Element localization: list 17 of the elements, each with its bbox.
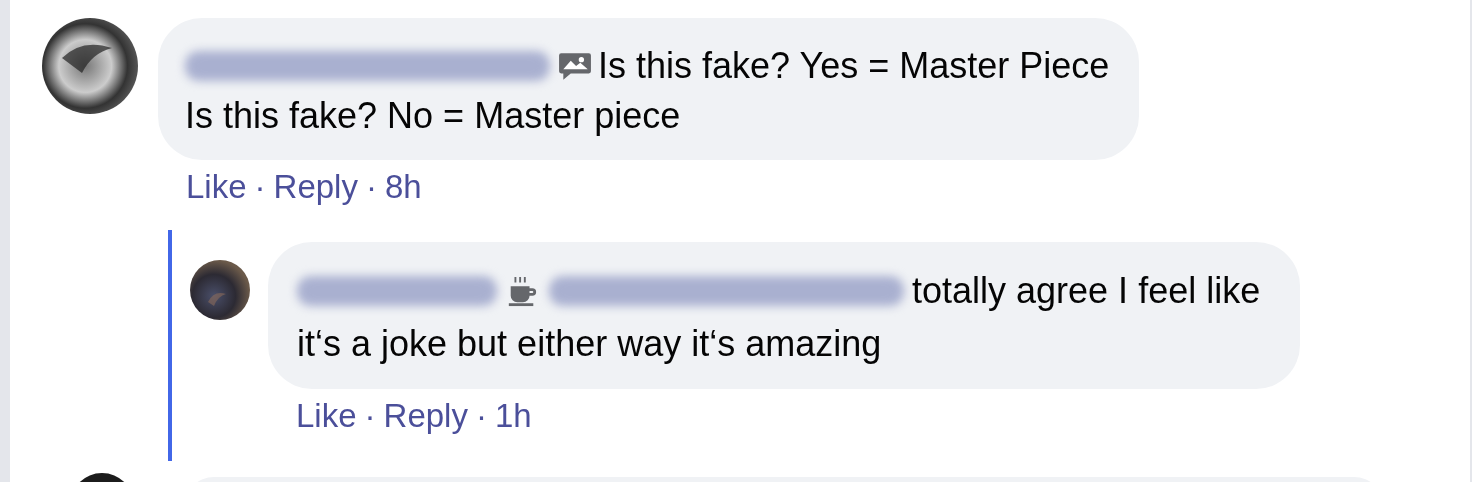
comment-text: Is this fake? Yes = Master Piece: [598, 44, 1110, 88]
comment-action-link[interactable]: Like: [186, 168, 247, 205]
comment-text: totally agree I feel like: [912, 269, 1261, 313]
comment-action-link[interactable]: Like: [296, 397, 357, 434]
separator-dot: ·: [364, 397, 376, 434]
separator-dot: ·: [475, 397, 487, 434]
separator-dot: ·: [365, 168, 377, 205]
picture-comment-icon: [558, 50, 592, 82]
comment-action-link[interactable]: Reply: [273, 168, 358, 205]
avatar[interactable]: [42, 18, 138, 114]
avatar[interactable]: [190, 260, 250, 320]
comment-action-link[interactable]: Reply: [383, 397, 468, 434]
comment-text: it‘s a joke but either way it‘s amazing: [297, 323, 882, 364]
comment-time: 1h: [494, 397, 532, 434]
comment-time: 8h: [384, 168, 422, 205]
comment-text: Is this fake? No = Master piece: [185, 95, 681, 136]
separator-dot: ·: [254, 168, 266, 205]
